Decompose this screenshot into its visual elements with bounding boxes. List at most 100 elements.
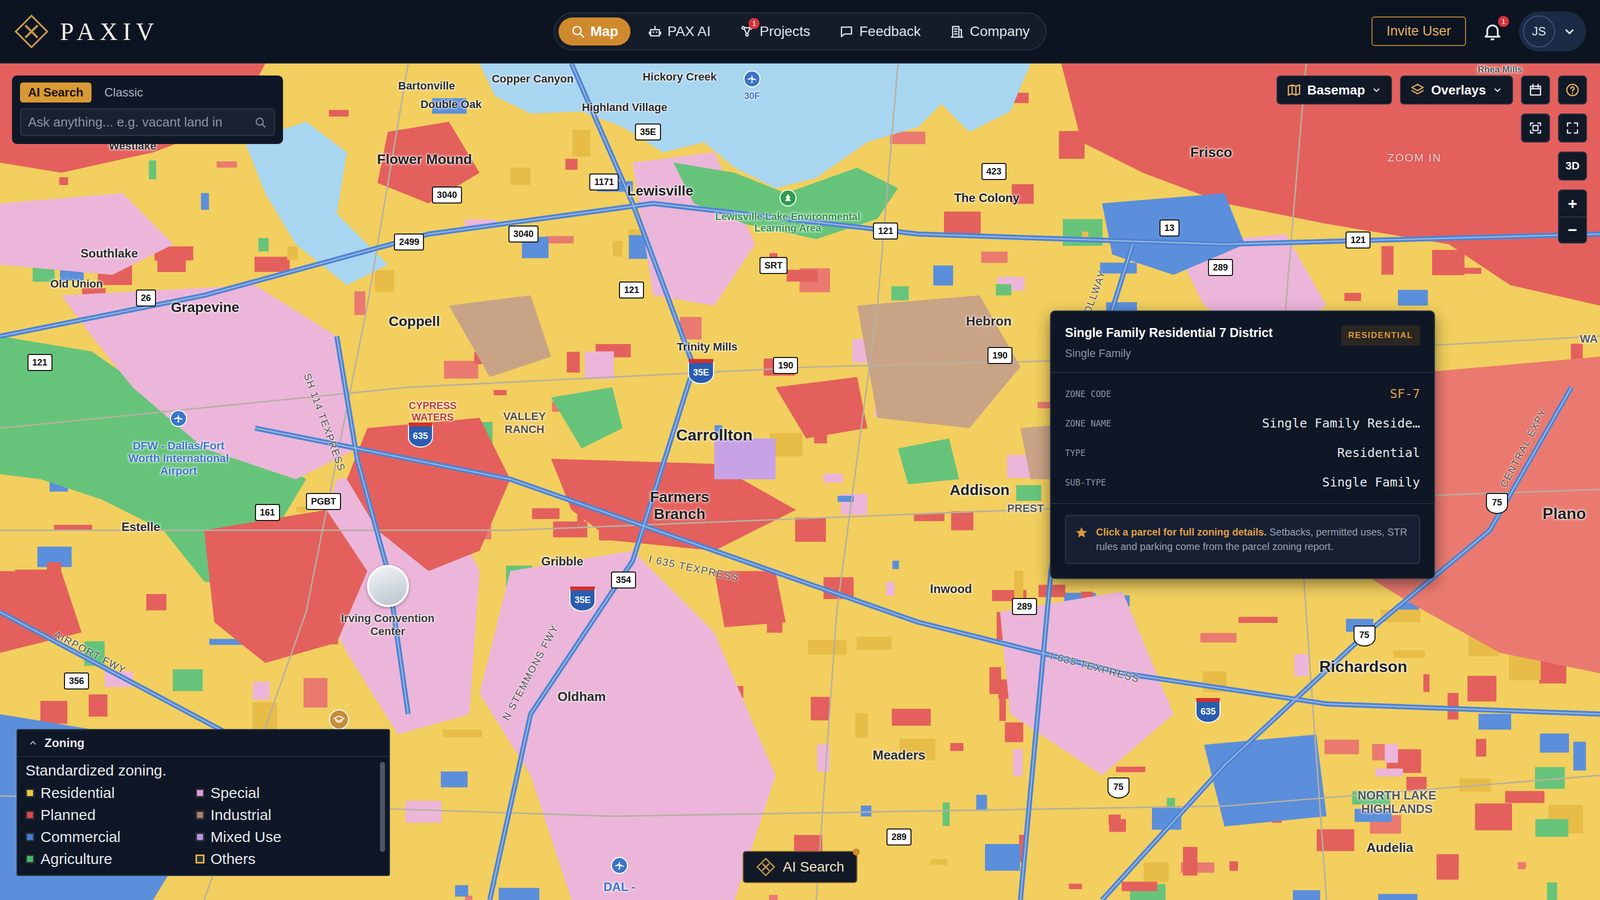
legend-swatch bbox=[25, 854, 35, 864]
parcel bbox=[950, 743, 964, 751]
notifications-button[interactable]: 1 bbox=[1479, 18, 1506, 45]
search-field[interactable] bbox=[20, 108, 275, 136]
calendar-icon bbox=[1528, 82, 1543, 98]
fullscreen-button[interactable] bbox=[1558, 113, 1587, 143]
parcel bbox=[914, 513, 945, 521]
user-menu[interactable]: JS bbox=[1519, 11, 1586, 52]
route-shield: 1171 bbox=[589, 173, 619, 191]
place-label: The Colony bbox=[954, 191, 1020, 206]
parcel bbox=[1116, 766, 1146, 772]
nav-badge: 1 bbox=[748, 18, 760, 29]
search-input[interactable] bbox=[28, 114, 249, 130]
zoning-area bbox=[714, 438, 776, 480]
parcel bbox=[823, 473, 843, 483]
main-nav: MapPAX AI1ProjectsFeedbackCompany bbox=[553, 12, 1047, 51]
parcel bbox=[1467, 676, 1497, 702]
parcel bbox=[1573, 741, 1586, 771]
legend-label: Planned bbox=[40, 806, 96, 824]
school-marker[interactable] bbox=[329, 709, 349, 730]
park-marker[interactable] bbox=[779, 189, 797, 207]
legend-scrollbar[interactable] bbox=[380, 762, 385, 852]
parcel bbox=[1167, 798, 1175, 810]
place-label: Addison bbox=[949, 481, 1010, 499]
route-shield: 190 bbox=[987, 347, 1013, 364]
legend-item: Special bbox=[195, 783, 369, 803]
nav-item[interactable]: PAX AI bbox=[635, 17, 723, 46]
draw-select-button[interactable] bbox=[1521, 113, 1550, 143]
nav-item[interactable]: 1Projects bbox=[727, 17, 822, 46]
airport-marker[interactable] bbox=[743, 70, 761, 88]
ai-search-button[interactable]: AI Search bbox=[743, 851, 858, 883]
airport-marker[interactable] bbox=[611, 857, 628, 874]
brand[interactable]: PAXIV bbox=[14, 14, 554, 49]
help-button[interactable] bbox=[1558, 75, 1587, 105]
legend-item: Agriculture bbox=[25, 849, 196, 869]
zoning-area bbox=[918, 63, 1031, 132]
zoning-map[interactable]: 35E3040117124993040121SRT121423132891212… bbox=[0, 63, 1600, 900]
photo-marker[interactable] bbox=[367, 565, 409, 607]
popup-row: ZONE NAMESingle Family Reside… bbox=[1065, 408, 1420, 438]
legend-label: Others bbox=[210, 850, 256, 868]
search-panel: AI SearchClassic bbox=[12, 75, 283, 144]
route-shield: 75 bbox=[1353, 625, 1376, 647]
zoom-in-button[interactable]: + bbox=[1559, 190, 1586, 217]
header-actions: Invite User 1 JS bbox=[1046, 11, 1586, 52]
invite-user-button[interactable]: Invite User bbox=[1371, 16, 1466, 46]
zoning-area bbox=[245, 121, 388, 285]
legend-swatch bbox=[195, 832, 205, 842]
airplane-icon bbox=[613, 859, 626, 872]
nav-item[interactable]: Feedback bbox=[827, 17, 933, 46]
parcel bbox=[985, 844, 1020, 871]
search-icon bbox=[254, 116, 267, 129]
route-shield: 289 bbox=[1012, 598, 1037, 615]
route-shield: 35E bbox=[688, 359, 714, 384]
parcel bbox=[861, 805, 872, 817]
place-label: Hebron bbox=[966, 314, 1012, 329]
overlays-button[interactable]: Overlays bbox=[1400, 75, 1513, 105]
basemap-label: Basemap bbox=[1307, 82, 1366, 98]
search-tab[interactable]: Classic bbox=[96, 82, 151, 103]
brand-name: PAXIV bbox=[60, 17, 159, 46]
place-label: Hickory Creek bbox=[642, 70, 717, 83]
parcel bbox=[252, 681, 270, 700]
search-tab[interactable]: AI Search bbox=[20, 82, 92, 103]
place-label: Inwood bbox=[930, 582, 972, 596]
zoning-area bbox=[377, 121, 480, 203]
map-icon bbox=[1286, 82, 1302, 98]
legend-label: Commercial bbox=[40, 828, 121, 846]
row-value: Single Family Reside… bbox=[1262, 416, 1420, 431]
parcel bbox=[1344, 293, 1361, 301]
zoom-hint: ZOOM IN bbox=[1387, 151, 1442, 165]
parcel bbox=[613, 241, 623, 257]
row-value: Single Family bbox=[1322, 475, 1420, 490]
chat-icon bbox=[839, 24, 854, 39]
zoning-area bbox=[1204, 734, 1327, 827]
place-label: Copper Canyon bbox=[491, 72, 574, 85]
legend-body: Standardized zoning.ResidentialPlannedCo… bbox=[17, 757, 389, 875]
zoning-areas bbox=[0, 63, 1600, 900]
zoning-legend: Zoning Standardized zoning.ResidentialPla… bbox=[16, 729, 390, 876]
route-shield: 2499 bbox=[394, 233, 424, 251]
zone-type-badge: RESIDENTIAL bbox=[1341, 325, 1420, 346]
legend-title: Zoning bbox=[44, 736, 85, 750]
parcel bbox=[545, 236, 574, 244]
parcel bbox=[303, 678, 328, 708]
nav-item[interactable]: Map bbox=[558, 17, 631, 46]
parcel bbox=[855, 713, 868, 738]
route-shield: 35E bbox=[635, 123, 661, 141]
route-shield: 121 bbox=[873, 222, 898, 240]
route-shield: 75 bbox=[1107, 777, 1130, 799]
parcel bbox=[444, 361, 479, 379]
zoom-out-button[interactable]: − bbox=[1559, 216, 1586, 243]
calendar-button[interactable] bbox=[1521, 75, 1550, 105]
3d-toggle[interactable]: 3D bbox=[1558, 151, 1587, 181]
parcel-texture bbox=[0, 63, 1600, 900]
nav-item[interactable]: Company bbox=[937, 17, 1042, 46]
legend-header[interactable]: Zoning bbox=[17, 730, 389, 757]
parcel bbox=[258, 238, 269, 252]
basemap-button[interactable]: Basemap bbox=[1276, 75, 1393, 105]
airport-marker[interactable] bbox=[170, 410, 187, 427]
place-label: Oldham bbox=[557, 689, 606, 705]
control-row: Basemap Overlays bbox=[1276, 75, 1588, 105]
parcel bbox=[498, 888, 539, 900]
